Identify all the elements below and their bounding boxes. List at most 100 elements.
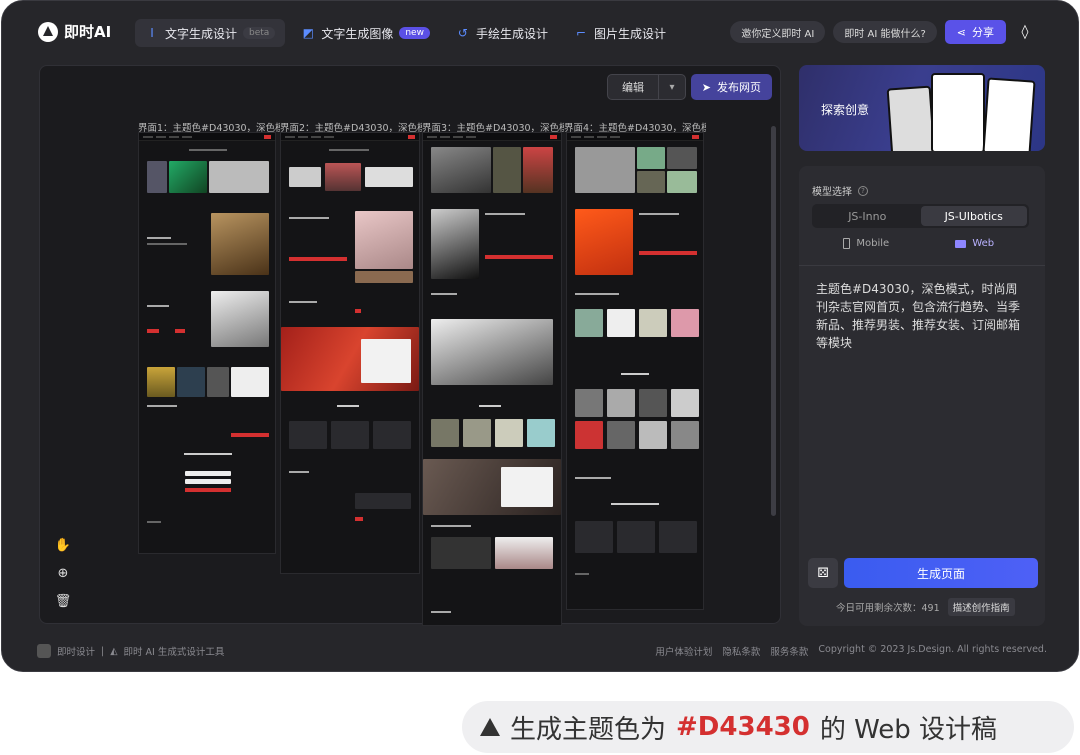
footer-link[interactable]: 服务条款 — [770, 644, 808, 658]
logo-icon — [38, 21, 58, 42]
tab-label: 文字生成设计 — [165, 26, 238, 41]
footer-separator: | — [101, 645, 105, 657]
share-button[interactable]: ⋖ 分享 — [944, 20, 1006, 44]
footer-link[interactable]: 用户体验计划 — [655, 644, 712, 658]
model-selector[interactable]: JS-Inno JS-UIbotics — [812, 204, 1029, 228]
footer-link[interactable]: 隐私条款 — [722, 644, 760, 658]
tab-text-image[interactable]: ◩ 文字生成图像 new — [291, 19, 440, 47]
explore-banner[interactable]: 探索创意 — [799, 65, 1045, 151]
prompt-textarea[interactable]: 主题色#D43030，深色模式，时尚周刊杂志官网首页，包含流行趋势、当季新品、推… — [816, 280, 1028, 352]
footer: 即时设计 | ◭ 即时 AI 生成式设计工具 用户体验计划 隐私条款 服务条款 … — [37, 644, 1047, 658]
mini-image — [211, 291, 269, 347]
quota-info: 今日可用剩余次数：491 描述创作指南 — [836, 598, 1015, 616]
focus-icon[interactable]: ⊕ — [50, 562, 76, 584]
device-option-mobile[interactable]: Mobile — [812, 238, 921, 249]
mini-button — [175, 329, 185, 333]
edit-dropdown[interactable]: 编辑 ▾ — [607, 74, 686, 100]
mini-text — [147, 305, 169, 307]
phone-mockup — [982, 77, 1036, 151]
guide-link[interactable]: 描述创作指南 — [947, 598, 1015, 616]
mini-image — [671, 421, 699, 449]
mini-text — [184, 453, 232, 455]
caption-color: #D43430 — [676, 712, 810, 742]
app-logo[interactable]: 即时AI — [38, 21, 111, 42]
mini-button — [485, 255, 553, 259]
design-frame-3[interactable] — [422, 132, 562, 626]
mini-image — [177, 367, 205, 397]
mini-button — [639, 251, 697, 255]
mini-image — [639, 421, 667, 449]
mini-image — [355, 211, 413, 269]
model-option-inno[interactable]: JS-Inno — [814, 206, 921, 226]
generate-row: ⚄ 生成页面 — [808, 558, 1038, 588]
canvas-toolbar: ✋ ⊕ 🗑 — [50, 534, 76, 614]
mini-image — [637, 171, 665, 193]
canvas-scrollbar[interactable] — [771, 126, 776, 516]
help-icon[interactable]: ? — [858, 185, 868, 196]
mini-image — [463, 419, 491, 447]
design-frame-2[interactable] — [280, 132, 420, 574]
tab-label: 图片生成设计 — [593, 26, 666, 41]
mini-text — [289, 301, 317, 303]
mini-text — [611, 503, 659, 505]
theme-toggle-icon[interactable]: ◊ — [1014, 21, 1036, 43]
mini-image — [575, 389, 603, 417]
mini-heading — [189, 149, 227, 151]
mini-card — [373, 421, 411, 449]
mini-image — [527, 419, 555, 447]
mini-nav — [423, 133, 561, 141]
model-option-uibotics[interactable]: JS-UIbotics — [920, 206, 1027, 226]
tab-image-design[interactable]: ⌐ 图片生成设计 — [564, 19, 676, 47]
device-label: Mobile — [856, 238, 890, 249]
tab-sketch-design[interactable]: ↺ 手绘生成设计 — [446, 19, 558, 47]
customize-button[interactable]: 邀你定义即时 AI — [730, 21, 826, 43]
dice-icon[interactable]: ⚄ — [808, 558, 838, 588]
trash-icon[interactable]: 🗑 — [50, 590, 76, 612]
design-frame-1[interactable] — [138, 132, 276, 554]
mini-image — [431, 319, 553, 385]
phone-mockup — [931, 73, 985, 151]
mini-card — [331, 421, 369, 449]
mini-image — [607, 389, 635, 417]
tab-label: 手绘生成设计 — [475, 26, 548, 41]
device-option-web[interactable]: Web — [921, 238, 1030, 249]
mini-card — [289, 421, 327, 449]
text-image-icon: ◩ — [302, 26, 314, 40]
share-icon: ⋖ — [956, 25, 966, 39]
mini-nav — [281, 133, 419, 141]
mini-button — [355, 309, 361, 313]
mini-image — [209, 161, 269, 193]
triangle-icon — [480, 718, 500, 736]
mini-image — [431, 537, 491, 569]
chevron-down-icon[interactable]: ▾ — [659, 75, 685, 99]
footer-tool[interactable]: 即时 AI 生成式设计工具 — [124, 644, 225, 658]
mini-nav — [139, 133, 275, 141]
mini-image — [147, 367, 175, 397]
mini-text — [479, 405, 501, 407]
caption-bar: 生成主题色为 #D43430 的 Web 设计稿 — [462, 701, 1074, 753]
device-label: Web — [972, 238, 995, 249]
mini-input — [185, 471, 231, 476]
mini-image — [431, 147, 491, 193]
copyright: Copyright © 2023 Js.Design. All rights r… — [818, 644, 1047, 655]
device-selector: Mobile Web — [812, 238, 1029, 249]
mini-image — [431, 419, 459, 447]
monitor-icon — [955, 239, 967, 248]
edit-button[interactable]: 编辑 — [608, 75, 659, 99]
mini-input — [185, 479, 231, 484]
what-can-button[interactable]: 即时 AI 能做什么? — [833, 21, 937, 43]
tab-text-design[interactable]: Ⅰ 文字生成设计 beta — [135, 19, 286, 47]
publish-button[interactable]: ➤ 发布网页 — [690, 74, 772, 100]
design-canvas[interactable]: 编辑 ▾ ➤ 发布网页 界面1：主题色#D43030，深色模... 界面2：主题… — [39, 65, 781, 626]
footer-brand[interactable]: 即时设计 — [57, 644, 95, 658]
mini-text — [147, 405, 177, 407]
mini-image — [607, 421, 635, 449]
design-frame-4[interactable] — [566, 132, 704, 610]
hand-icon[interactable]: ✋ — [50, 534, 76, 556]
beta-badge: beta — [243, 27, 276, 39]
generate-button[interactable]: 生成页面 — [844, 558, 1038, 588]
mini-image — [207, 367, 229, 397]
mini-text — [431, 293, 457, 295]
share-label: 分享 — [972, 26, 994, 39]
mini-card — [575, 521, 613, 553]
